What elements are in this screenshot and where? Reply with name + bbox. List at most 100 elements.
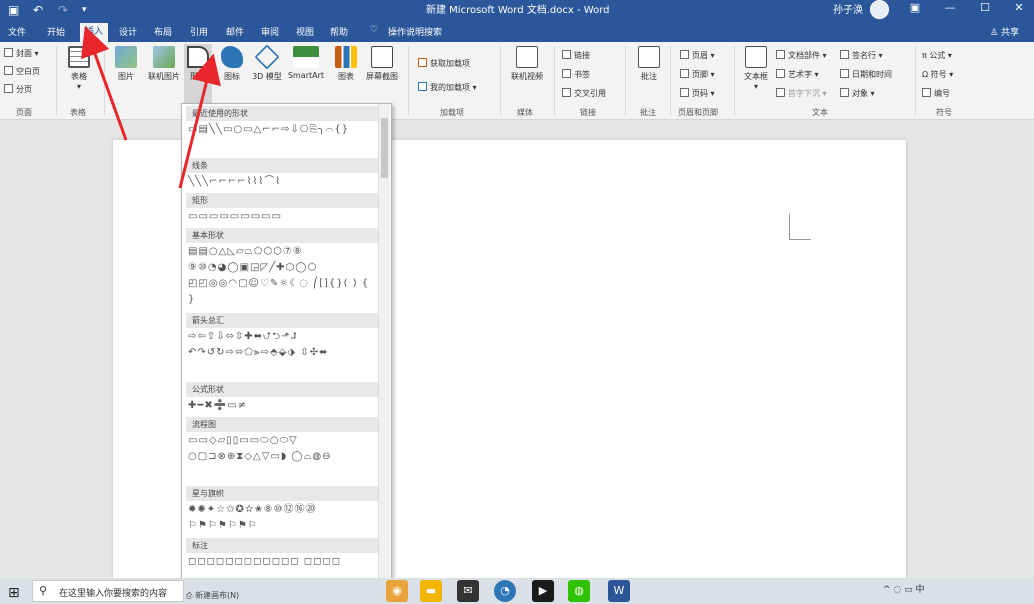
tab-view[interactable]: 视图 [296, 25, 314, 38]
section-equation-shapes: 公式形状 [186, 382, 378, 397]
screenshot-button[interactable]: 屏幕截图 [362, 46, 402, 82]
save-icon[interactable]: ▣ [8, 3, 19, 17]
object-button[interactable]: 对象 ▾ [840, 88, 875, 99]
icons-button[interactable]: 图标 [218, 46, 246, 82]
drop-cap-icon [776, 88, 785, 97]
media-player-icon[interactable]: ▶ [532, 580, 554, 602]
get-addins-button[interactable]: 获取加载项 [418, 58, 470, 69]
chrome-icon[interactable]: ◉ [386, 580, 408, 602]
mail-icon[interactable]: ✉ [457, 580, 479, 602]
page-break-button[interactable]: 分页 [4, 84, 32, 95]
avatar[interactable] [870, 0, 889, 19]
system-tray[interactable]: ^ ◌ ▭ 中 [883, 582, 924, 595]
number-button[interactable]: 编号 [922, 88, 950, 99]
table-icon [68, 46, 90, 68]
object-label: 对象 [852, 89, 868, 98]
3d-models-button[interactable]: 3D 模型 [252, 44, 282, 82]
tab-help[interactable]: 帮助 [330, 25, 348, 38]
new-drawing-canvas[interactable]: ⎙ 新建画布(N) [186, 590, 239, 601]
my-addins-label: 我的加载项 [430, 83, 470, 92]
tab-review[interactable]: 审阅 [261, 25, 279, 38]
minimize-button[interactable]: — [935, 0, 965, 18]
footer-button[interactable]: 页脚 ▾ [680, 69, 715, 80]
section-block-arrows: 箭头总汇 [186, 313, 378, 328]
taskbar: ⊞ ⚲ 在这里输入你要搜索的内容 ◉ ▬ ✉ ◔ ▶ ◍ W ^ ◌ ▭ 中 [0, 578, 1034, 604]
header-button[interactable]: 页眉 ▾ [680, 50, 715, 61]
gallery-scrollbar[interactable] [378, 104, 390, 589]
screenshot-label: 屏幕截图 [366, 72, 398, 81]
section-stars-banners: 星与旗帜 [186, 486, 378, 501]
wordart-button[interactable]: 艺术字 ▾ [776, 69, 819, 80]
star-shapes[interactable]: ✹✺✦☆✩✪✫✬⑧⑩⑫⑯⑳ ⚐⚑⚐⚑⚐⚑⚐ [188, 502, 376, 534]
person-icon: ♙ [990, 28, 1001, 38]
picture-icon [115, 46, 137, 68]
online-video-button[interactable]: 联机视频 [507, 46, 547, 82]
online-pictures-button[interactable]: 联机图片 [144, 46, 184, 82]
user-name[interactable]: 孙子涣 [833, 1, 863, 16]
windows-start-icon[interactable]: ⊞ [8, 585, 20, 601]
arrow-shapes[interactable]: ⇨⇦⇧⇩⬄⇳✚⬌⮍⮌⬏⮥ ↶↷↺↻⇨⬄⬠⫸⇨⬘⬙⬗ ⇳✣⬌ [188, 329, 376, 361]
recent-shapes[interactable]: ▭▤╲╲▭○▭△⌐⌐⇨⇩⎔⎘╮⌒{} [188, 122, 376, 138]
page-number-button[interactable]: 页码 ▾ [680, 88, 715, 99]
basic-shapes[interactable]: ▤▤○△◺▱⏢⬠⬡⬡⑦⑧ ⑨⑩◔◕◯▣◲◸╱✚⬡◯⬡ ◰◰◎◎◠▢☺♡✎☼☾◌ … [188, 244, 376, 308]
online-pictures-icon [153, 46, 175, 68]
section-rectangles: 矩形 [186, 193, 378, 208]
file-explorer-icon[interactable]: ▬ [420, 580, 442, 602]
comment-button[interactable]: 批注 [634, 46, 664, 82]
shapes-button[interactable]: 形状 [184, 44, 212, 104]
flowchart-shapes[interactable]: ▭▭◇▱▯▯▭▭⬭○⬭▽ ○▢⊐⊗⊕⧗◇△▽▭◗ ◯⌓◍⊖ [188, 433, 376, 465]
symbol-button[interactable]: Ω 符号 ▾ [922, 69, 953, 80]
tell-me-search[interactable]: 操作说明搜索 [388, 25, 442, 38]
section-recent-shapes: 最近使用的形状 [186, 106, 378, 121]
share-button[interactable]: ♙ 共享 [990, 25, 1019, 38]
my-addins-button[interactable]: 我的加载项 ▾ [418, 82, 477, 93]
tab-home[interactable]: 开始 [47, 25, 65, 38]
chart-button[interactable]: 图表 [332, 46, 360, 82]
tab-file[interactable]: 文件 [8, 25, 26, 38]
tab-design[interactable]: 设计 [119, 25, 137, 38]
bookmark-button[interactable]: 书签 [562, 69, 590, 80]
section-basic-shapes: 基本形状 [186, 228, 378, 243]
word-icon[interactable]: W [608, 580, 630, 602]
equation-button[interactable]: π 公式 ▾ [922, 50, 952, 61]
rectangle-shapes[interactable]: ▭▭▭▭▭▭▭▭▭ [188, 209, 376, 225]
maximize-button[interactable]: ☐ [970, 0, 1000, 18]
textbox-button[interactable]: 文本框 ▾ [740, 46, 772, 91]
document-title: 新建 Microsoft Word 文档.docx - Word [426, 5, 610, 16]
taskbar-search[interactable]: ⚲ 在这里输入你要搜索的内容 [32, 580, 184, 602]
line-shapes[interactable]: ╲╲╲⌐⌐⌐⌐⌇⌇⌇⌒⌇ [188, 174, 376, 190]
scrollbar-thumb[interactable] [381, 118, 388, 178]
cover-page-button[interactable]: 封面 ▾ [4, 48, 39, 59]
signature-line-button[interactable]: 签名行 ▾ [840, 50, 883, 61]
smartart-button[interactable]: SmartArt [285, 46, 327, 80]
link-button[interactable]: 链接 [562, 50, 590, 61]
tab-mailings[interactable]: 邮件 [226, 25, 244, 38]
separator [554, 46, 555, 116]
comment-icon [638, 46, 660, 68]
screenshot-icon [371, 46, 393, 68]
footer-label: 页脚 [692, 70, 708, 79]
tab-references[interactable]: 引用 [190, 25, 208, 38]
customize-icon[interactable]: ▾ [82, 5, 87, 15]
date-time-label: 日期和时间 [852, 70, 892, 79]
undo-icon[interactable]: ↶ [33, 3, 43, 17]
picture-button[interactable]: 图片 [112, 46, 140, 82]
cross-reference-button[interactable]: 交叉引用 [562, 88, 606, 99]
close-button[interactable]: ✕ [1004, 0, 1034, 18]
header-icon [680, 50, 689, 59]
page-break-icon [4, 84, 13, 93]
clock-icon[interactable]: ◔ [494, 580, 516, 602]
redo-icon[interactable]: ↷ [58, 3, 68, 17]
wechat-icon[interactable]: ◍ [568, 580, 590, 602]
equation-shapes[interactable]: ✚━✖➗▭≠ [188, 398, 376, 414]
tab-layout[interactable]: 布局 [154, 25, 172, 38]
date-time-button[interactable]: 日期和时间 [840, 69, 892, 80]
tab-insert[interactable]: 插入 [79, 22, 109, 42]
quick-parts-button[interactable]: 文档部件 ▾ [776, 50, 827, 61]
ribbon-display-options-button[interactable]: ▣ [900, 0, 930, 18]
drop-cap-button[interactable]: 首字下沉 ▾ [776, 88, 827, 99]
footer-icon [680, 69, 689, 78]
callout-shapes[interactable]: ◻◻◻◻◻◻◻◻◻◻◻◻ ◻◻◻◻ [188, 554, 376, 570]
table-button[interactable]: 表格 ▾ [64, 46, 94, 91]
blank-page-button[interactable]: 空白页 [4, 66, 40, 77]
